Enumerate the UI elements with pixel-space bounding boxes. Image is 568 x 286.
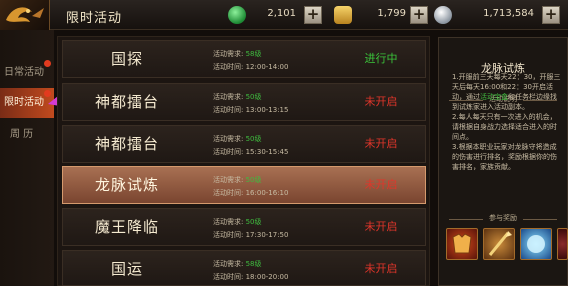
page-title: 限时活动 xyxy=(66,11,123,26)
activity-row[interactable]: 神都擂台 活动需求: 50级 活动时间: 15:30-15:45 未开启 xyxy=(62,125,426,163)
tab-label: 周 历 xyxy=(10,129,34,140)
top-bar: 限时活动 2,101 + 1,799 + 1,713,584 + xyxy=(0,0,568,30)
activity-requirement: 活动需求: 50级 xyxy=(213,176,262,184)
activity-row[interactable]: 神都擂台 活动需求: 50级 活动时间: 13:00-13:15 未开启 xyxy=(62,83,426,121)
activity-status: 未开启 xyxy=(364,178,398,191)
add-jade-button[interactable]: + xyxy=(304,6,322,24)
activity-requirement: 活动需求: 50级 xyxy=(213,135,262,143)
jade-currency: 2,101 + xyxy=(228,5,324,25)
activity-status: 未开启 xyxy=(364,262,398,275)
activity-name: 龙脉试炼 xyxy=(94,176,159,194)
reward-slot[interactable] xyxy=(520,228,552,260)
reward-slot[interactable] xyxy=(483,228,515,260)
activity-status: 进行中 xyxy=(364,52,398,65)
activity-name: 神都擂台 xyxy=(94,93,159,111)
activity-row-selected[interactable]: 龙脉试炼 活动需求: 50级 活动时间: 16:00-16:10 未开启 xyxy=(62,166,426,204)
add-gold-button[interactable]: + xyxy=(410,6,428,24)
activity-name: 神都擂台 xyxy=(94,135,159,153)
activity-row[interactable]: 国探 活动需求: 58级 活动时间: 12:00-14:00 进行中 xyxy=(62,40,426,78)
green-jade-icon xyxy=(228,6,246,24)
silver-coin-icon xyxy=(434,6,452,24)
tab-weekly-calendar[interactable]: 周 历 xyxy=(0,120,54,150)
activity-requirement: 活动需求: 50级 xyxy=(213,93,262,101)
activity-name: 魔王降临 xyxy=(94,218,159,236)
activity-name: 国运 xyxy=(110,260,143,278)
activity-time: 活动时间: 17:30-17:50 xyxy=(213,231,289,239)
dragon-emblem-icon xyxy=(6,7,44,22)
reward-header: 参与奖励 xyxy=(443,213,563,225)
activity-time: 活动时间: 16:00-16:10 xyxy=(213,189,289,197)
silver-currency: 1,713,584 + xyxy=(434,5,564,25)
tab-label: 日常活动 xyxy=(4,67,44,78)
activity-requirement: 活动需求: 58级 xyxy=(213,50,262,58)
activity-status: 未开启 xyxy=(364,95,398,108)
add-silver-button[interactable]: + xyxy=(542,6,560,24)
activity-time: 活动时间: 15:30-15:45 xyxy=(213,148,289,156)
activity-time: 活动时间: 13:00-13:15 xyxy=(213,106,289,114)
gold-ingot-icon xyxy=(334,6,352,24)
activity-status: 未开启 xyxy=(364,220,398,233)
activity-requirement: 活动需求: 58级 xyxy=(213,260,262,268)
blue-orb-icon xyxy=(527,235,545,253)
activity-status: 未开启 xyxy=(364,137,398,150)
reward-slot-partial[interactable] xyxy=(557,228,568,260)
armor-chest-icon xyxy=(452,233,472,254)
menu-emblem[interactable] xyxy=(0,0,50,30)
gold-currency: 1,799 + xyxy=(334,5,430,25)
golden-spear-icon xyxy=(488,231,512,256)
activity-description: 1.开服前三天每天22：30，开服三天后每天16:00和22：30开启活动，通过… xyxy=(452,73,561,171)
silver-value: 1,713,584 xyxy=(483,8,534,19)
activity-row[interactable]: 国运 活动需求: 58级 活动时间: 18:00-20:00 未开启 xyxy=(62,250,426,286)
activity-time: 活动时间: 18:00-20:00 xyxy=(213,273,289,281)
activity-name: 国探 xyxy=(110,50,143,68)
gold-value: 1,799 xyxy=(377,8,406,19)
reward-slot[interactable] xyxy=(446,228,478,260)
activity-time: 活动时间: 12:00-14:00 xyxy=(213,63,289,71)
jade-value: 2,101 xyxy=(267,8,296,19)
activity-requirement: 活动需求: 50级 xyxy=(213,218,262,226)
activity-row[interactable]: 魔王降临 活动需求: 50级 活动时间: 17:30-17:50 未开启 xyxy=(62,208,426,246)
tab-label: 限时活动 xyxy=(4,97,44,108)
